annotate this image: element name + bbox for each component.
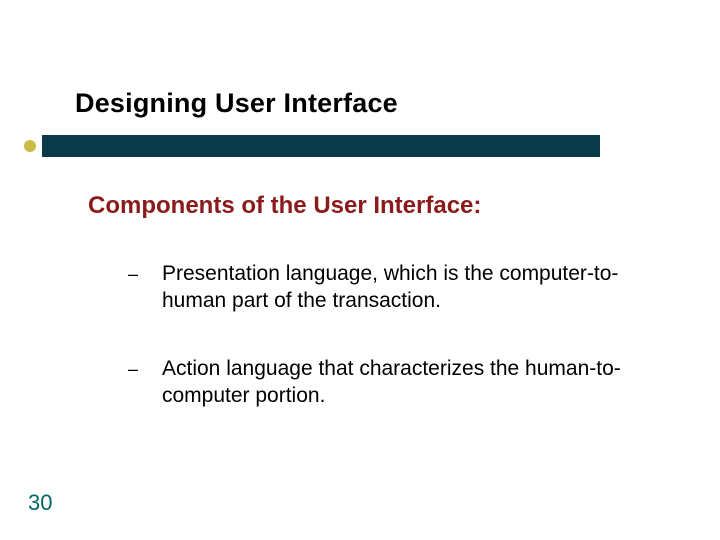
decorative-mask <box>0 0 720 55</box>
page-number: 30 <box>28 490 52 516</box>
list-item: – Action language that characterizes the… <box>128 355 660 410</box>
slide: Designing User Interface Components of t… <box>0 0 720 540</box>
bullet-text: Action language that characterizes the h… <box>148 355 660 410</box>
accent-dot-icon <box>24 140 36 152</box>
bullet-text: Presentation language, which is the comp… <box>148 260 660 315</box>
slide-title: Designing User Interface <box>75 88 398 119</box>
slide-subtitle: Components of the User Interface: <box>88 192 481 220</box>
accent-bar <box>42 135 600 157</box>
title-underline-bar <box>20 135 600 157</box>
list-item: – Presentation language, which is the co… <box>128 260 660 315</box>
bullet-dash-icon: – <box>128 260 148 288</box>
bullet-dash-icon: – <box>128 355 148 383</box>
bullet-list: – Presentation language, which is the co… <box>128 260 660 449</box>
